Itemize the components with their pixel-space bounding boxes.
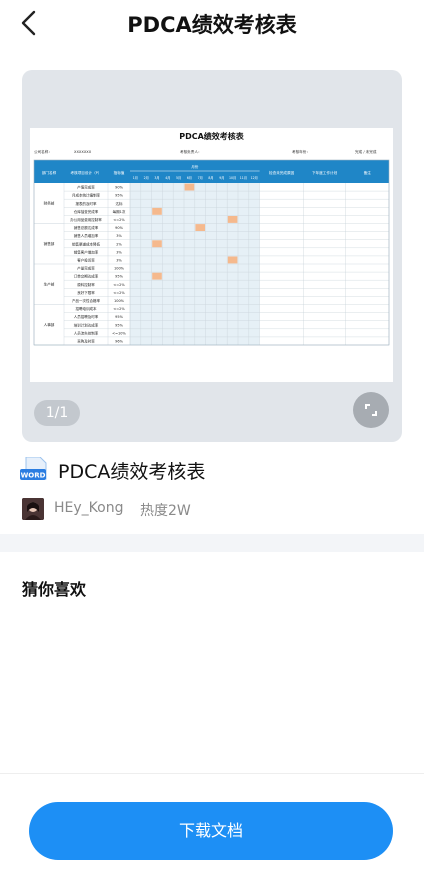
target-cell: <=2% [113,291,125,295]
target-cell: 95% [115,323,123,327]
expand-icon [365,404,377,416]
page-indicator: 1/1 [34,400,80,426]
month-label: 11月 [240,176,247,180]
target-cell: 3% [116,259,122,263]
footer-divider [0,773,424,774]
kpi-cell: 原料控制率 [77,282,95,287]
schedule-mark [184,183,195,191]
company-value: XXXXXXX [74,150,92,154]
author-avatar[interactable] [22,498,44,520]
target-cell: <=2% [113,218,125,222]
author-name[interactable]: HEy_Kong [54,500,123,516]
month-label: 6月 [187,176,192,180]
target-cell: 100% [114,267,125,271]
owner-label: 考核负责人： [180,149,202,154]
month-label: 12月 [251,176,258,180]
month-label: 8月 [208,176,213,180]
kpi-cell: 培训计划达成率 [74,322,99,327]
month-label: 10月 [229,176,236,180]
target-cell: 95% [115,275,123,279]
col-dept: 部门名称 [42,170,57,175]
target-cell: <=10% [112,331,126,335]
dept-cell: 财务部 [44,201,55,206]
period-label: 考核年份： [292,149,310,154]
kpi-cell: 人员流失控制率 [74,330,99,335]
target-cell: 3% [116,234,122,238]
target-cell: 100% [114,299,125,303]
month-label: 1月 [133,176,138,180]
target-cell: <=2% [113,307,125,311]
svg-text:WORD: WORD [21,472,46,480]
kpi-cell: 客户投诉率 [77,258,95,263]
target-cell: 95% [115,315,123,319]
status-label: 完成 / 未完成 [355,149,377,154]
kpi-cell: 产品一次性合格率 [72,298,100,303]
word-file-icon: WORD [20,457,47,480]
kpi-cell: 良好下限率 [77,290,95,295]
schedule-mark [152,207,162,215]
nav-bar: PDCA绩效考核表 [0,0,424,50]
target-cell: 2% [116,242,122,246]
dept-cell: 生产部 [44,282,55,287]
preview-sheet: PDCA绩效考核表公司名称： XXXXXXX 考核负责人： 考核年份： 完成 / 未完成… [30,128,393,382]
target-cell: 96% [115,340,123,344]
document-title: PDCA绩效考核表 [58,461,206,483]
schedule-mark [227,256,238,264]
schedule-mark [227,216,238,223]
sheet-title: PDCA绩效考核表 [179,131,245,141]
col-check: 检查未完成原因 [269,170,295,175]
heat-count: 热度2W [140,503,191,519]
recommend-heading: 猜你喜欢 [22,580,87,599]
target-cell: <=2% [113,283,125,287]
month-label: 5月 [176,176,181,180]
kpi-cell: 销售总额达成率 [74,225,99,230]
month-label: 4月 [165,176,170,180]
schedule-mark [152,240,162,248]
month-label: 7月 [198,176,203,180]
kpi-cell: 产值完成率 [77,185,95,190]
kpi-cell: 招聘培训成本 [76,306,97,311]
kpi-cell: 报表的及时率 [76,201,97,206]
col-months-group: 月份 [191,164,199,169]
kpi-cell: 产量完成率 [77,266,95,271]
kpi-cell: 销售客户增加率 [74,249,99,254]
col-note: 备注 [364,170,372,175]
page-title: PDCA绩效考核表 [127,13,297,37]
fullscreen-button[interactable] [353,392,389,428]
target-cell: 每期1次 [113,209,126,214]
target-cell: 90% [115,186,123,190]
kpi-cell: 月成本统计编制率 [72,193,100,198]
download-button[interactable]: 下载文档 [29,802,393,860]
col-target: 指标值 [114,170,125,175]
target-cell: 3% [116,250,122,254]
month-label: 2月 [144,176,149,180]
schedule-mark [195,224,205,231]
kpi-cell: 仓库抽查完成率 [74,209,99,214]
kpi-cell: 采购及时率 [77,339,95,344]
kpi-cell: 销售人员增加率 [74,233,99,238]
kpi-cell: 人员招聘及时率 [74,314,99,319]
target-cell: 90% [115,226,123,230]
dept-cell: 销售部 [44,241,55,246]
schedule-mark [152,272,162,280]
month-label: 3月 [154,176,159,180]
col-next: 下年度工作计划 [312,170,338,175]
target-cell: 95% [115,194,123,198]
document-preview[interactable]: PDCA绩效考核表公司名称： XXXXXXX 考核负责人： 考核年份： 完成 / 未完成… [22,70,402,442]
col-kpi: 考核项目设计（P） [71,170,102,175]
month-label: 9月 [219,176,224,180]
sheet-table: PDCA绩效考核表公司名称： XXXXXXX 考核负责人： 考核年份： 完成 / 未完成… [33,131,390,346]
kpi-cell: 订单交期达成率 [74,274,99,279]
dept-cell: 人事部 [44,322,55,327]
target-cell: 达标 [116,201,123,206]
company-label: 公司名称： [34,149,52,154]
kpi-cell: 销售渠道成本降低 [72,241,100,246]
kpi-cell: 办公用品费用控制率 [70,217,102,222]
section-divider [0,534,424,552]
